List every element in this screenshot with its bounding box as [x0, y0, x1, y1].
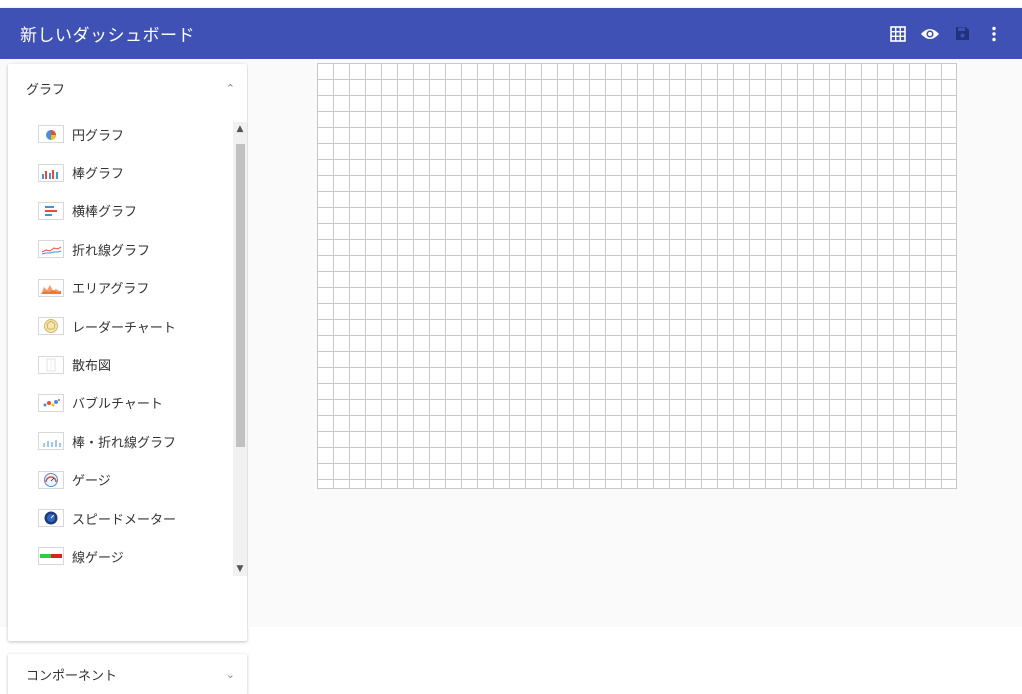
chevron-up-icon: ⌃ — [225, 81, 235, 95]
speedometer-thumb — [38, 509, 64, 528]
more-vert-icon — [992, 26, 996, 41]
bar-chart-thumb — [38, 163, 64, 182]
graph-item-label: バブルチャート — [72, 397, 163, 413]
graph-item-label: 折れ線グラフ — [72, 243, 151, 259]
graph-item-label: ゲージ — [72, 474, 111, 490]
chevron-down-icon: ⌄ — [225, 667, 235, 681]
graph-item-label: エリアグラフ — [72, 282, 150, 298]
dashboard-title: 新しいダッシュボード — [20, 26, 195, 46]
graph-item-radar[interactable]: レーダーチャート — [8, 307, 233, 345]
graph-item-pie[interactable]: 円グラフ — [8, 115, 233, 153]
graph-list-scrollbar[interactable]: ▲ ▼ — [233, 122, 247, 576]
graph-item-speedometer[interactable]: スピードメーター — [8, 499, 233, 537]
preview-button[interactable] — [914, 18, 946, 50]
hbar-chart-thumb — [38, 201, 64, 220]
graph-item-bar-line[interactable]: 棒・折れ線グラフ — [8, 422, 233, 460]
graph-item-label: 散布図 — [72, 359, 112, 375]
graph-item-bar[interactable]: 棒グラフ — [8, 153, 233, 191]
pie-chart-thumb — [38, 125, 64, 144]
more-menu-button[interactable] — [978, 18, 1010, 50]
graph-item-label: 横棒グラフ — [72, 205, 138, 221]
toolbar-actions — [882, 18, 1010, 50]
line-gauge-thumb — [38, 547, 64, 566]
graph-item-line-gauge[interactable]: 線ゲージ — [8, 537, 233, 575]
graph-list: 円グラフ 棒グラフ 横棒グラフ 折れ線グラフ エリアグラフ レーダーチャート 散… — [8, 115, 233, 583]
chevron-down-icon[interactable]: ▼ — [233, 562, 247, 576]
graph-item-line[interactable]: 折れ線グラフ — [8, 230, 233, 268]
save-icon — [955, 27, 969, 40]
bar-line-chart-thumb — [38, 432, 64, 451]
graph-section-title: グラフ — [26, 82, 66, 98]
sidebar: グラフ ⌃ 円グラフ 棒グラフ 横棒グラフ 折れ線グラフ エリアグラフ レーダー… — [0, 59, 248, 694]
graph-item-hbar[interactable]: 横棒グラフ — [8, 192, 233, 230]
bubble-chart-thumb — [38, 393, 64, 412]
chevron-up-icon[interactable]: ▲ — [233, 122, 247, 136]
grid-icon — [890, 25, 906, 42]
graph-item-label: 線ゲージ — [72, 550, 124, 566]
area-chart-thumb — [38, 278, 64, 297]
dashboard-canvas — [248, 59, 1022, 627]
grid-toggle-button[interactable] — [882, 18, 914, 50]
line-chart-thumb — [38, 240, 64, 259]
scatter-chart-thumb — [38, 355, 64, 374]
graph-item-label: レーダーチャート — [72, 320, 176, 336]
graph-item-bubble[interactable]: バブルチャート — [8, 384, 233, 422]
graph-item-gauge[interactable]: ゲージ — [8, 461, 233, 499]
graph-item-label: 棒・折れ線グラフ — [72, 435, 177, 451]
graph-item-scatter[interactable]: 散布図 — [8, 345, 233, 383]
graph-item-label: 棒グラフ — [72, 167, 125, 183]
app-bar: 新しいダッシュボード — [0, 8, 1022, 59]
radar-chart-thumb — [38, 317, 64, 336]
graph-item-label: スピードメーター — [72, 512, 177, 528]
graph-item-label: 円グラフ — [72, 128, 125, 144]
component-panel: コンポーネント ⌄ — [8, 654, 247, 694]
top-band — [0, 0, 1022, 8]
graph-section-header[interactable]: グラフ ⌃ — [8, 64, 247, 112]
component-section-header[interactable]: コンポーネント ⌄ — [8, 654, 247, 694]
graph-item-area[interactable]: エリアグラフ — [8, 269, 233, 307]
component-section-title: コンポーネント — [26, 668, 118, 684]
scrollbar-thumb[interactable] — [236, 144, 245, 447]
save-button[interactable] — [946, 18, 978, 50]
gauge-thumb — [38, 470, 64, 489]
eye-icon — [921, 28, 939, 39]
graph-panel: グラフ ⌃ 円グラフ 棒グラフ 横棒グラフ 折れ線グラフ エリアグラフ レーダー… — [8, 64, 247, 641]
layout-grid[interactable] — [317, 63, 957, 489]
